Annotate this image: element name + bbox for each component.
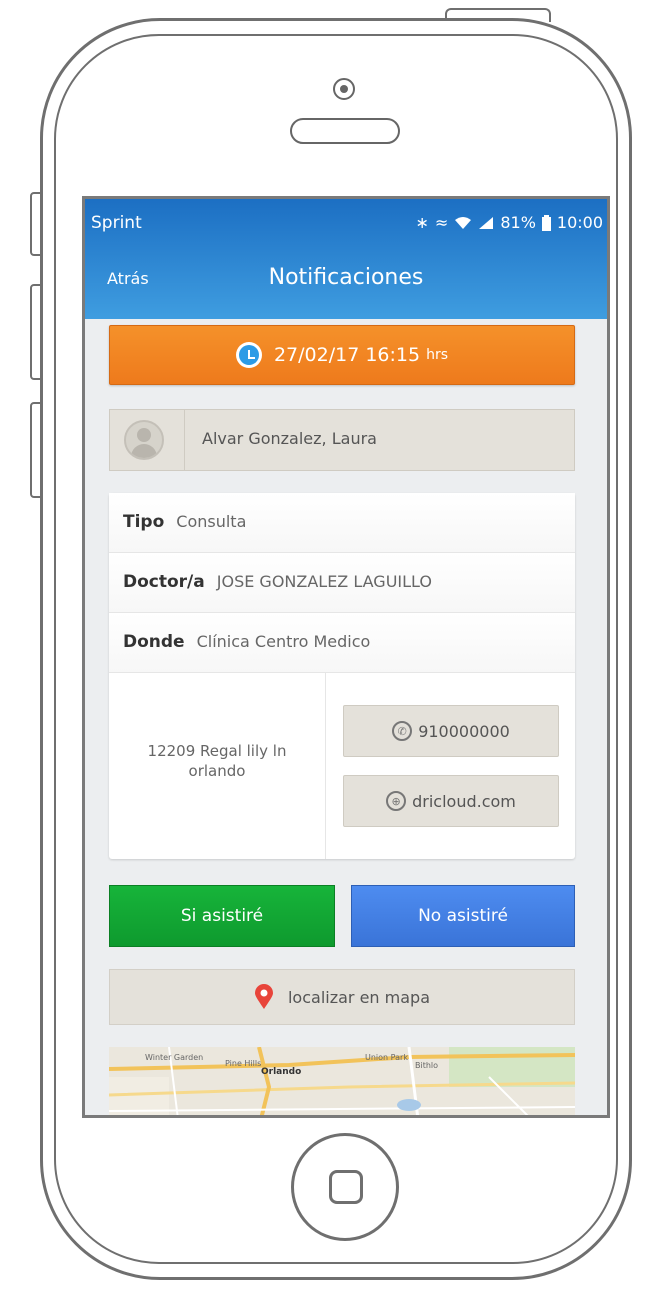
page-title: Notificaciones [268,265,424,290]
map-label: Orlando [261,1067,302,1077]
row-doctor: Doctor/a JOSE GONZALEZ LAGUILLO [109,553,575,613]
map-label: Bithlo [415,1061,439,1070]
hrs-suffix: hrs [426,347,449,363]
avatar-icon [124,420,164,460]
website-button[interactable]: ⊕ dricloud.com [343,775,559,827]
bluetooth-icon: ∗ [415,213,429,232]
nav-bar: Atrás Notificaciones [85,263,607,303]
clock-icon [235,342,262,368]
map-pin-icon [254,984,273,1009]
map-label: Pine Hills [225,1059,262,1068]
appointment-details-card: Tipo Consulta Doctor/a JOSE GONZALEZ LAGUI… [109,493,575,859]
attend-no-button[interactable]: No asistiré [351,885,575,947]
address: 12209 Regal lily ln orlando [109,741,325,781]
address-line2: orlando [188,762,246,780]
row-label: Donde [123,632,185,652]
row-label: Tipo [123,512,165,532]
wifi-icon [455,216,472,229]
patient-name: Alvar Gonzalez, Laura [202,429,377,448]
speaker-grille [290,118,400,144]
screen: Sprint ∗ ≈ 81% 10:00 Atrás Notificacione… [82,196,610,1118]
map-preview[interactable]: Winter Garden Pine Hills Orlando Union P… [109,1047,575,1115]
map-label: Winter Garden [145,1053,204,1062]
row-label: Doctor/a [123,572,205,592]
globe-icon: ⊕ [386,791,407,811]
phone-number: 910000000 [418,721,510,741]
appointment-datetime-bar: 27/02/17 16:15 hrs [109,325,575,385]
status-icons: ∗ ≈ 81% 10:00 [416,213,603,232]
camera-icon [333,78,355,100]
map-label: Union Park [365,1053,408,1062]
locate-map-label: localizar en mapa [287,987,430,1007]
address-block: 12209 Regal lily ln orlando [109,673,326,859]
row-donde: Donde Clínica Centro Medico [109,613,575,673]
website-link: dricloud.com [412,791,516,811]
row-tipo: Tipo Consulta [109,493,575,553]
row-value: JOSE GONZALEZ LAGUILLO [216,572,432,591]
divider [184,410,185,470]
row-value: Clínica Centro Medico [196,632,371,651]
clock-time: 10:00 [556,213,603,232]
patient-bar: Alvar Gonzalez, Laura [109,409,575,471]
phone-icon: ✆ [392,721,413,741]
battery-icon [541,214,551,231]
locate-map-button[interactable]: localizar en mapa [109,969,575,1025]
nfc-icon: ≈ [434,213,449,232]
battery-level: 81% [500,213,536,232]
home-square-icon [329,1170,363,1204]
status-bar: Sprint ∗ ≈ 81% 10:00 [91,213,603,237]
row-value: Consulta [176,512,247,531]
app-header: Sprint ∗ ≈ 81% 10:00 Atrás Notificacione… [85,199,607,319]
signal-icon [479,216,494,229]
carrier-label: Sprint [91,213,142,233]
attend-yes-button[interactable]: Si asistiré [109,885,335,947]
phone-button[interactable]: ✆ 910000000 [343,705,559,757]
appointment-datetime: 27/02/17 16:15 [273,344,421,366]
address-line1: 12209 Regal lily ln [147,742,287,760]
